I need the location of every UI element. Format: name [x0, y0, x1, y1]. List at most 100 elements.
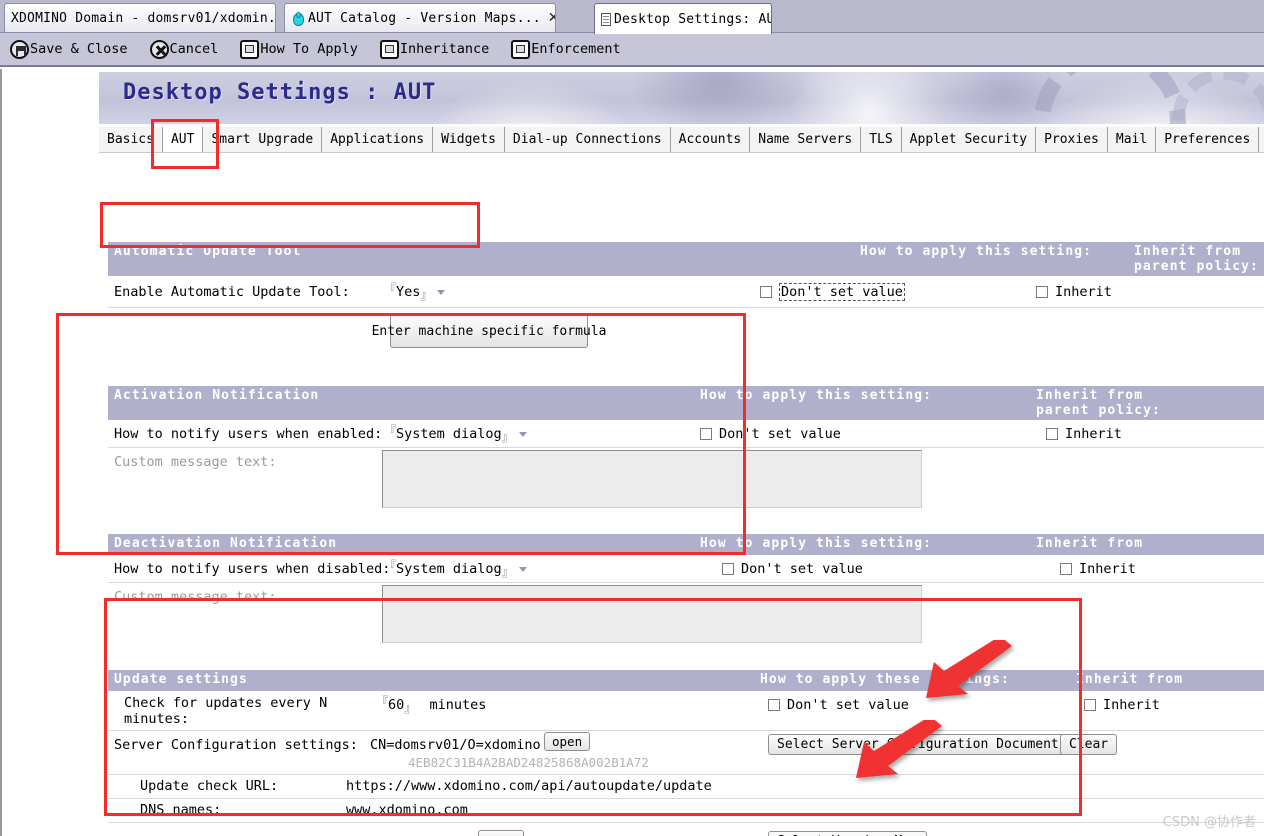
section-header: Update settings How to apply these setti… — [108, 670, 1264, 691]
checkbox[interactable] — [722, 563, 734, 575]
check-interval-field[interactable]: 『60』 minutes — [376, 695, 486, 715]
button-label: How To Apply — [260, 41, 358, 57]
checkbox[interactable] — [768, 699, 780, 711]
form-tab-label: Accounts — [678, 132, 742, 147]
row-check-interval: Check for updates every N minutes: 『60』 … — [108, 691, 1264, 731]
notify-disabled-field[interactable]: 『System dialog』 — [384, 559, 527, 579]
section-deactivation-notification: Deactivation Notification How to apply t… — [108, 534, 1264, 647]
how-to-apply-button[interactable]: How To Apply — [240, 36, 358, 62]
cancel-button[interactable]: Cancel — [149, 36, 218, 62]
page-title: Desktop Settings : AUT — [123, 80, 437, 105]
section-automatic-update-tool: Automatic Update Tool How to apply this … — [108, 242, 1264, 354]
deactivation-custom-message-label: Custom message text: — [114, 589, 277, 605]
checkbox[interactable] — [700, 428, 712, 440]
enter-machine-specific-formula-button[interactable]: Enter machine specific formula — [372, 314, 606, 348]
window-tab-label: XDOMINO Domain - domsrv01/xdomin... — [11, 10, 276, 26]
enable-aut-field[interactable]: 『Yes』 — [384, 282, 446, 302]
section-update-settings: Update settings How to apply these setti… — [108, 670, 1264, 836]
notify-enabled-field[interactable]: 『System dialog』 — [384, 424, 527, 444]
notify-enabled-value: System dialog — [396, 426, 502, 442]
select-server-configuration-document-button[interactable]: Select Server Configuration Document — [768, 734, 1068, 755]
section-activation-notification: Activation Notification How to apply thi… — [108, 386, 1264, 512]
checkbox[interactable] — [1060, 563, 1072, 575]
form-tab-comment[interactable]: Comment — [1259, 127, 1264, 152]
check-interval-label-line2: minutes: — [124, 711, 190, 727]
form-tab-proxies[interactable]: Proxies — [1036, 127, 1108, 152]
checkbox[interactable] — [1036, 286, 1048, 298]
row-dns-names: DNS names: www.xdomino.com — [108, 799, 1264, 823]
server-config-open-button[interactable]: open — [544, 732, 591, 751]
enable-aut-label: Enable Automatic Update Tool: — [114, 284, 350, 300]
server-config-uid: 4EB82C31B4A2BAD24825868A002B1A72 — [408, 755, 649, 770]
form-tab-widgets[interactable]: Widgets — [433, 127, 505, 152]
form-tab-basics[interactable]: Basics — [99, 127, 163, 152]
button-label: Enforcement — [531, 41, 621, 57]
section-title: Activation Notification — [114, 388, 320, 403]
form-tab-label: Name Servers — [758, 132, 853, 147]
window-tab-xdomino-domain[interactable]: XDOMINO Domain - domsrv01/xdomin... — [4, 3, 276, 32]
chevron-down-icon[interactable] — [437, 289, 446, 295]
button-label: Save & Close — [30, 41, 128, 57]
row-notify-enabled: How to notify users when enabled: 『Syste… — [108, 420, 1264, 448]
activation-custom-message-input[interactable] — [382, 450, 922, 508]
form-content: Automatic Update Tool How to apply this … — [2, 153, 1264, 836]
form-tab-label: Applications — [330, 132, 425, 147]
check-interval-value: 60 — [388, 697, 405, 713]
form-tab-smart-upgrade[interactable]: Smart Upgrade — [203, 127, 323, 152]
document-page: Desktop Settings : AUT Basics AUT Smart … — [0, 69, 1264, 836]
window-tab-label: Desktop Settings: AUT — [614, 11, 772, 27]
form-tab-tls[interactable]: TLS — [861, 127, 902, 152]
inherit-column-header: Inherit from parent policy: — [1036, 388, 1161, 418]
form-tab-label: Widgets — [441, 132, 496, 147]
close-icon[interactable]: ✕ — [548, 11, 555, 25]
apply-column-header: How to apply these settings: — [760, 672, 1010, 687]
deactivation-dont-set-value[interactable]: Don't set value — [722, 561, 863, 578]
update-inherit[interactable]: Inherit — [1084, 697, 1160, 714]
chevron-down-icon[interactable] — [518, 431, 527, 437]
checkbox[interactable] — [1084, 699, 1096, 711]
select-version-map-button[interactable]: Select Version Map — [768, 831, 927, 836]
activation-dont-set-value[interactable]: Don't set value — [700, 426, 841, 443]
checkbox-label: Inherit — [1079, 561, 1136, 577]
form-tab-dialup-connections[interactable]: Dial-up Connections — [505, 127, 671, 152]
row-enable-aut: Enable Automatic Update Tool: 『Yes』 Don'… — [108, 276, 1264, 308]
deactivation-custom-message-input[interactable] — [382, 585, 922, 643]
notify-disabled-label: How to notify users when disabled: — [114, 561, 391, 577]
document-icon — [601, 12, 611, 26]
deactivation-inherit[interactable]: Inherit — [1060, 561, 1136, 578]
form-tab-preferences[interactable]: Preferences — [1156, 127, 1260, 152]
check-interval-label-line1: Check for updates every N — [124, 695, 328, 711]
activation-inherit[interactable]: Inherit — [1046, 426, 1122, 443]
notify-disabled-value: System dialog — [396, 561, 502, 577]
form-tab-label: TLS — [869, 132, 893, 147]
update-check-url-label: Update check URL: — [140, 778, 279, 794]
form-tab-mail[interactable]: Mail — [1108, 127, 1157, 152]
form-tab-aut[interactable]: AUT — [162, 127, 204, 152]
checkbox-label: Don't set value — [741, 561, 863, 577]
inheritance-button[interactable]: Inheritance — [379, 36, 489, 62]
aut-dont-set-value[interactable]: Don't set value — [760, 283, 905, 301]
clear-button[interactable]: Clear — [1060, 734, 1118, 755]
inherit-column-header: Inherit from parent policy: — [1134, 244, 1259, 274]
window-tab-aut-catalog[interactable]: AUT Catalog - Version Maps... ✕ — [284, 3, 556, 32]
chevron-down-icon[interactable] — [518, 566, 527, 572]
form-tab-applet-security[interactable]: Applet Security — [902, 127, 1037, 152]
checkbox[interactable] — [1046, 428, 1058, 440]
window-tab-desktop-settings[interactable]: Desktop Settings: AUT ✕ — [594, 3, 772, 34]
field-corner-right: 』 — [420, 288, 433, 302]
save-and-close-button[interactable]: Save & Close — [10, 36, 128, 62]
update-dont-set-value[interactable]: Don't set value — [768, 697, 909, 714]
save-icon — [10, 39, 29, 59]
aut-inherit[interactable]: Inherit — [1036, 284, 1112, 301]
checkbox-label: Don't set value — [719, 426, 841, 442]
action-toolbar: Save & Close Cancel How To Apply Inherit… — [0, 33, 1264, 67]
version-map-open-button[interactable]: open — [478, 830, 525, 836]
form-tab-applications[interactable]: Applications — [322, 127, 434, 152]
enforcement-button[interactable]: Enforcement — [511, 36, 621, 62]
section-header: Activation Notification How to apply thi… — [108, 386, 1264, 420]
form-tab-accounts[interactable]: Accounts — [671, 127, 751, 152]
form-tab-name-servers[interactable]: Name Servers — [750, 127, 862, 152]
checkbox[interactable] — [760, 286, 772, 298]
row-machine-formula: Enter machine specific formula — [108, 308, 1264, 354]
page-banner: Desktop Settings : AUT — [99, 72, 1264, 124]
